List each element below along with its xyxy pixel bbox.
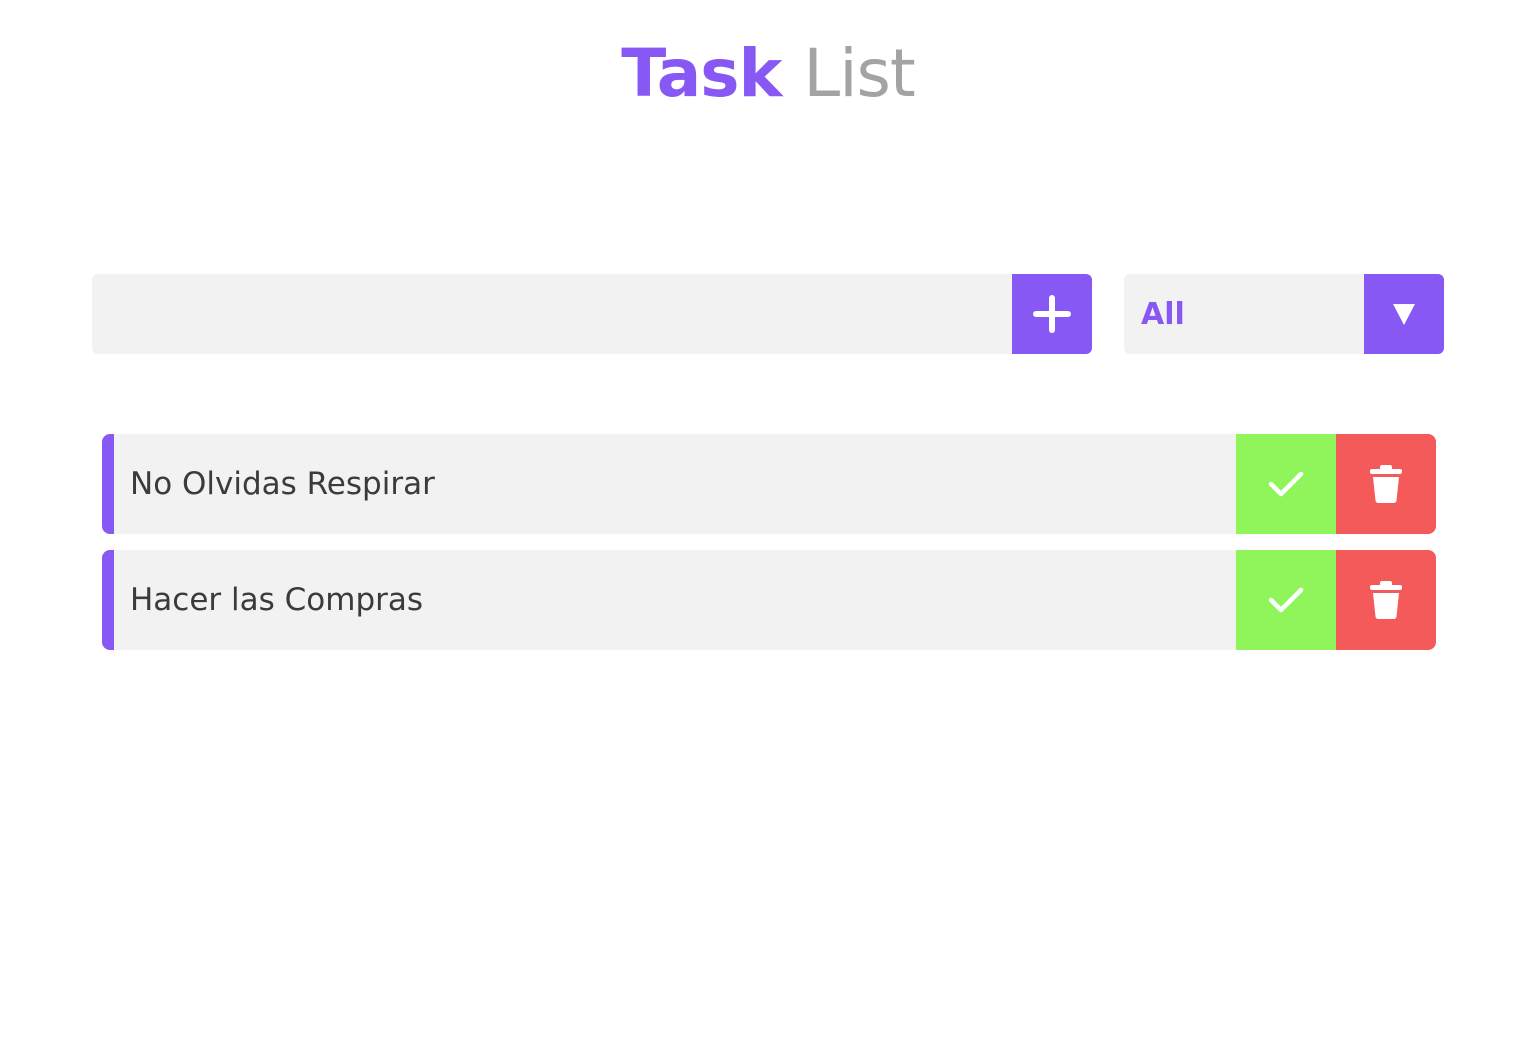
- filter-dropdown-button[interactable]: [1364, 274, 1444, 354]
- add-task-form: [92, 274, 1092, 354]
- task-item: No Olvidas Respirar: [102, 434, 1436, 534]
- add-task-button[interactable]: [1012, 274, 1092, 354]
- filter-select[interactable]: All: [1124, 274, 1444, 354]
- complete-task-button[interactable]: [1236, 434, 1336, 534]
- check-icon: [1268, 470, 1304, 498]
- task-accent-bar: [102, 550, 114, 650]
- delete-task-button[interactable]: [1336, 434, 1436, 534]
- task-list: No Olvidas Respirar Hacer las Compras: [102, 434, 1436, 666]
- task-input[interactable]: [92, 274, 1012, 354]
- task-text: No Olvidas Respirar: [130, 466, 435, 502]
- complete-task-button[interactable]: [1236, 550, 1336, 650]
- plus-icon: [1031, 293, 1073, 335]
- trash-icon: [1369, 580, 1403, 620]
- check-icon: [1268, 586, 1304, 614]
- delete-task-button[interactable]: [1336, 550, 1436, 650]
- title-list: List: [803, 35, 915, 112]
- task-accent-bar: [102, 434, 114, 534]
- trash-icon: [1369, 464, 1403, 504]
- task-text: Hacer las Compras: [130, 582, 424, 618]
- filter-selected-value: All: [1141, 296, 1185, 332]
- title-task: Task: [621, 35, 782, 112]
- page-title: Task List: [0, 32, 1536, 116]
- task-item: Hacer las Compras: [102, 550, 1436, 650]
- task-list-app: Task List All No Olvidas Respirar Hacer …: [0, 0, 1536, 1050]
- triangle-down-icon: [1392, 302, 1416, 326]
